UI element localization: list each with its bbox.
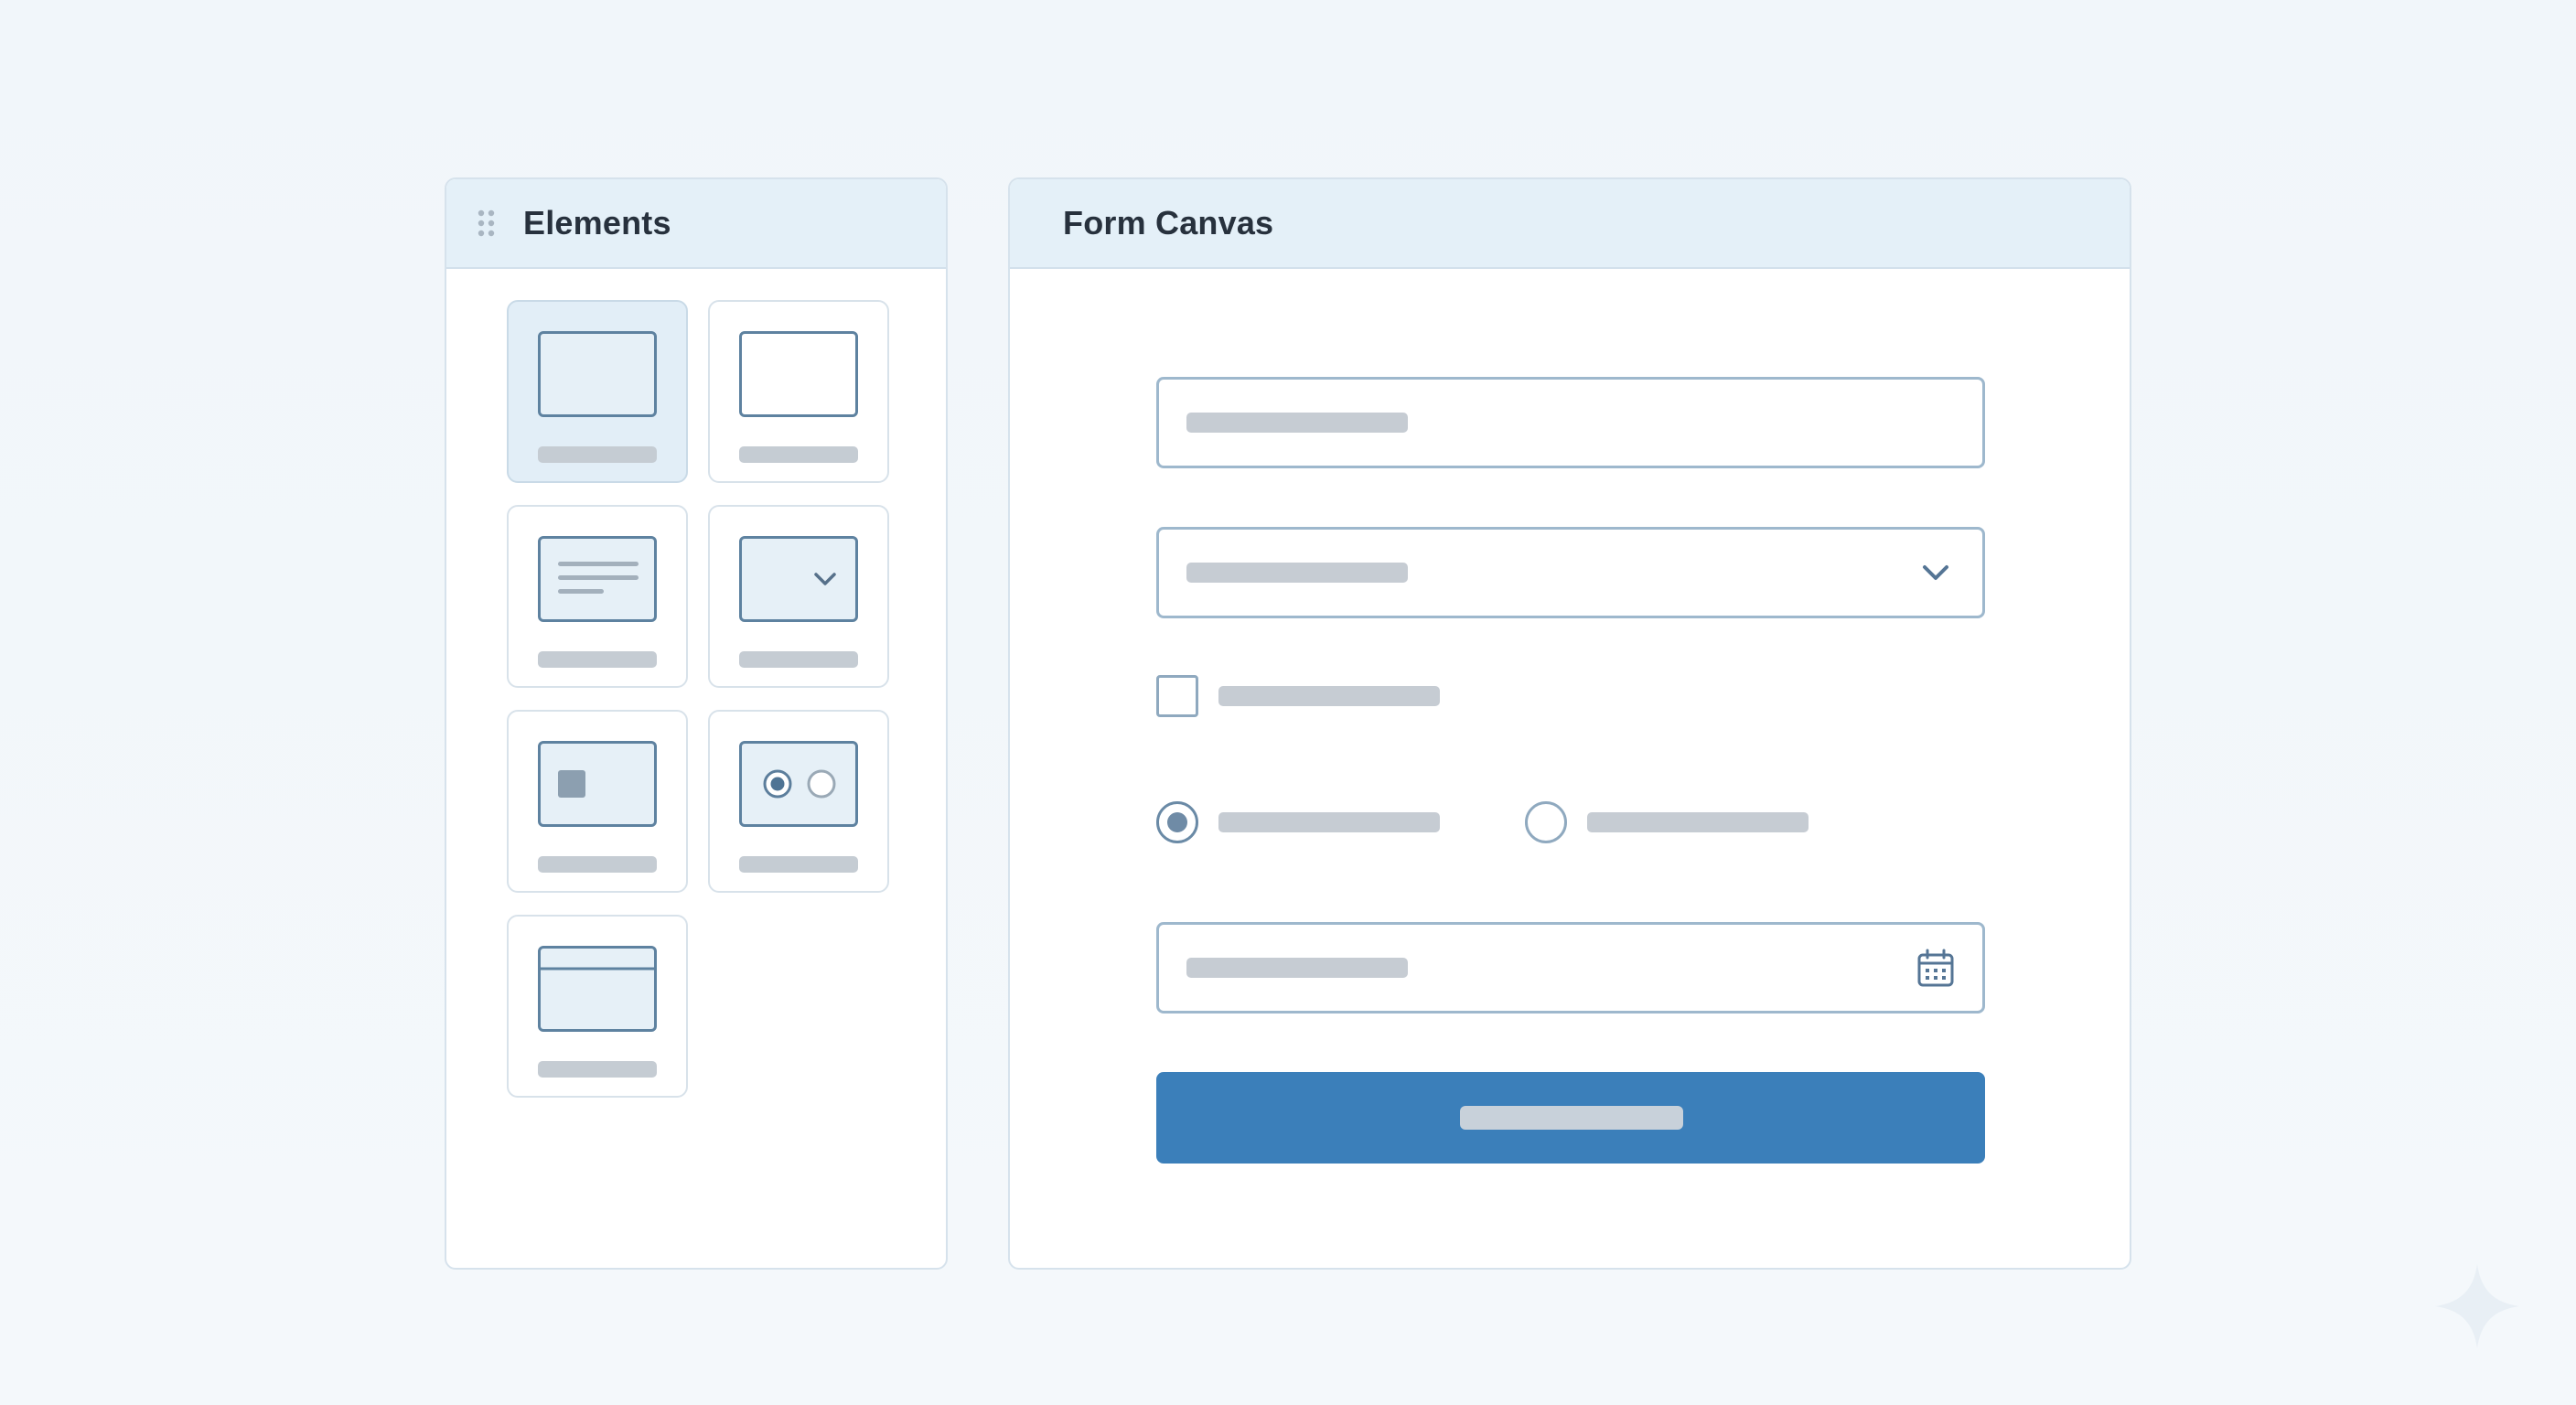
form-canvas-title: Form Canvas [1063,204,1274,241]
blank-field-icon [739,331,858,417]
radio-option-1-label [1218,812,1440,832]
palette-item-text-box[interactable] [708,300,889,483]
checkbox[interactable] [1156,675,1198,717]
text-input-placeholder [1186,413,1408,433]
text-input-icon [538,331,657,417]
elements-panel: Elements [445,177,948,1270]
text-input-field[interactable] [1156,377,1985,468]
radio-option-1[interactable] [1156,801,1449,843]
palette-item-label [538,651,657,668]
radio-dot [1167,812,1187,832]
radio-button-selected[interactable] [1156,801,1198,843]
palette-item-textarea[interactable] [507,505,688,688]
elements-panel-header: Elements [446,179,946,269]
radio-option-2[interactable] [1525,801,1818,843]
checkbox-option[interactable] [1156,675,1449,717]
calendar-icon[interactable] [1916,949,1955,989]
date-input-field[interactable] [1156,922,1985,1014]
palette-item-label [538,1061,657,1078]
submit-button-label [1460,1106,1683,1130]
palette-item-label [739,446,858,463]
palette-item-date-picker[interactable] [507,915,688,1098]
palette-item-label [739,651,858,668]
palette-item-label [739,856,858,873]
submit-button[interactable] [1156,1072,1985,1164]
checkbox-label [1218,686,1440,706]
palette-item-dropdown[interactable] [708,505,889,688]
palette-item-radio-group[interactable] [708,710,889,893]
dropdown-placeholder [1186,563,1408,583]
date-input-placeholder [1186,958,1408,978]
form-canvas-panel: Form Canvas [1008,177,2131,1270]
palette-item-label [538,446,657,463]
palette-item-checkbox[interactable] [507,710,688,893]
radio-option-2-label [1587,812,1809,832]
form-canvas-header: Form Canvas [1010,179,2130,269]
elements-panel-title: Elements [523,204,671,241]
palette-item-text-input[interactable] [507,300,688,483]
drag-handle-icon[interactable] [478,209,496,237]
radio-button-unselected[interactable] [1525,801,1567,843]
sparkle-icon [2435,1264,2519,1348]
dropdown-field[interactable] [1156,527,1985,618]
chevron-down-icon[interactable] [1916,553,1955,592]
palette-item-label [538,856,657,873]
